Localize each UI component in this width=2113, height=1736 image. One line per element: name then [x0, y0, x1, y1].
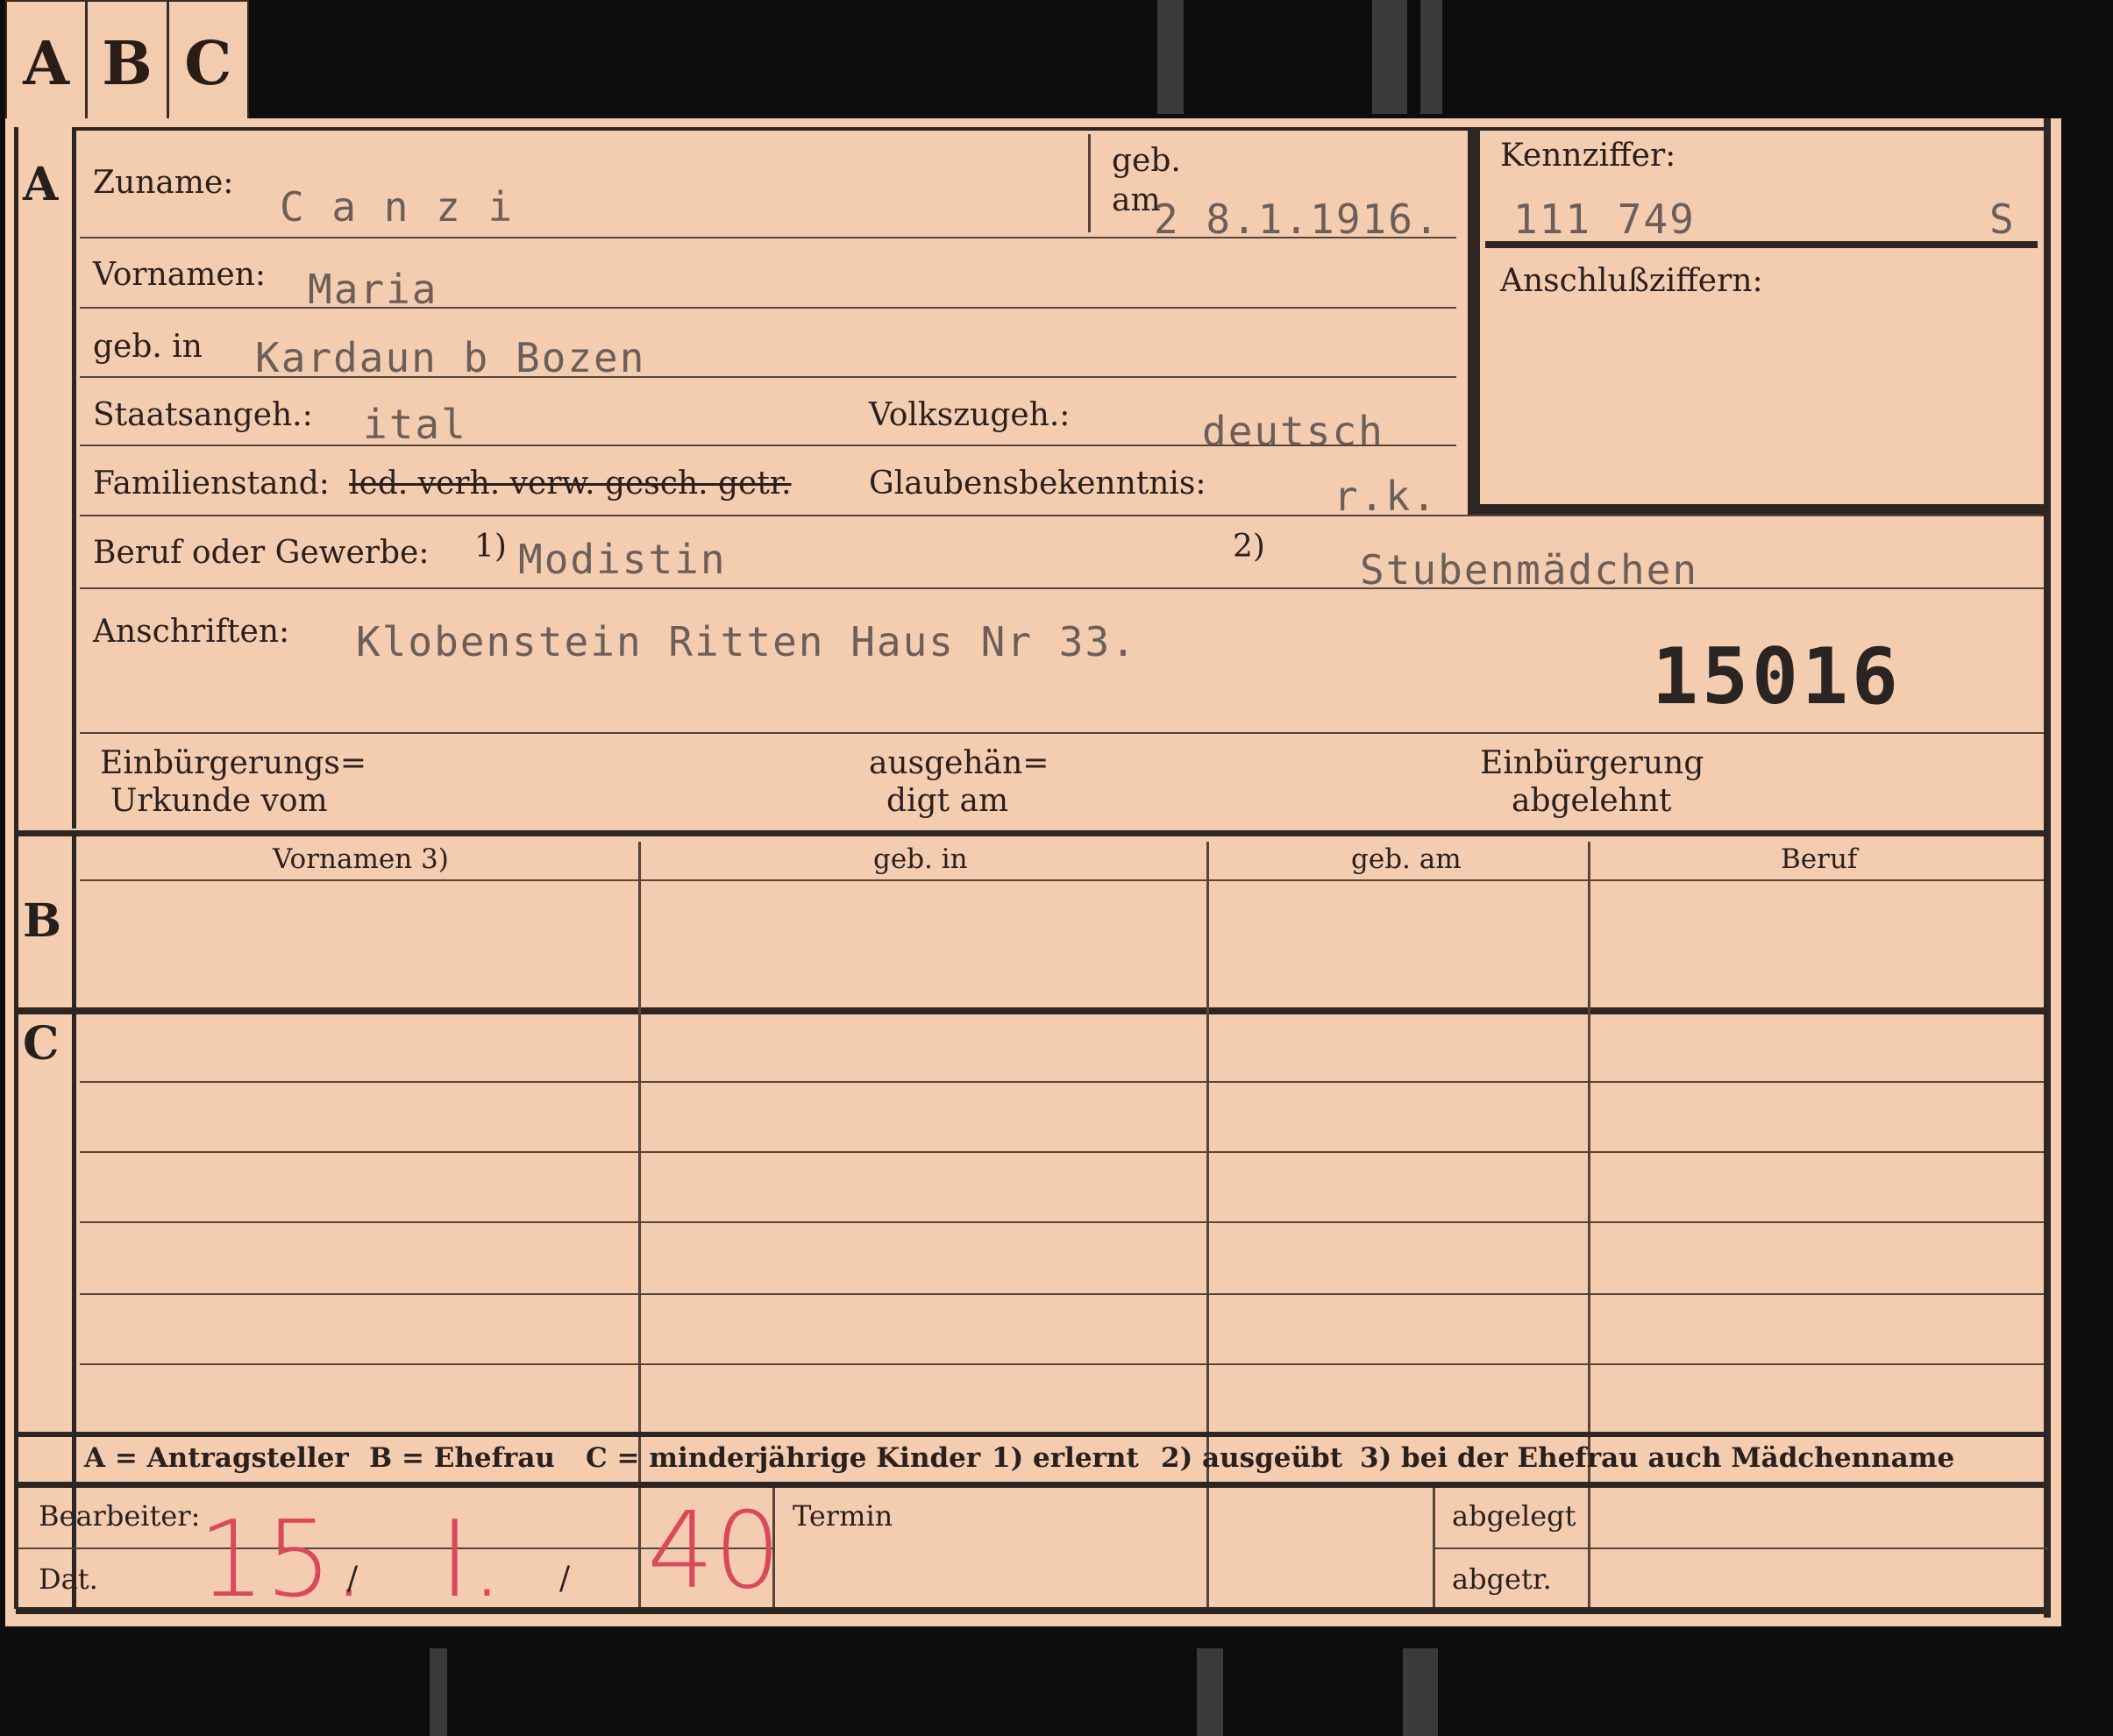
card-left-border — [14, 127, 18, 1609]
section-b-top-border — [16, 830, 2048, 836]
registration-card: A Kennziffer: 111 749 S Anschlußziffern:… — [5, 118, 2061, 1626]
section-a-divider — [72, 127, 76, 829]
dat-label: Dat. — [39, 1562, 98, 1596]
staatsangeh-label: Staatsangeh.: — [93, 397, 313, 433]
card-right-border — [2044, 118, 2051, 1618]
card-top-border — [72, 127, 2045, 131]
table-header-geb-in: geb. in — [873, 843, 968, 875]
zuname-label: Zuname: — [93, 165, 234, 201]
row-line — [80, 732, 2044, 734]
glaubensbekenntnis-value: r.k. — [1334, 473, 1438, 520]
section-b-divider — [72, 836, 76, 1607]
geb-in-value: Kardaun b Bozen — [255, 334, 646, 381]
abgelegt-label: abgelegt — [1452, 1499, 1576, 1533]
beruf-note-2: 2) — [1233, 529, 1265, 565]
glaubensbekenntnis-label: Glaubensbekenntnis: — [869, 466, 1206, 502]
background-bar — [1403, 1648, 1438, 1736]
kennziffer-value: 111 749 — [1513, 196, 1696, 243]
einbuergerung-label-1: Einbürgerung — [1480, 745, 1704, 781]
einbuergerung-label-2: abgelehnt — [1512, 783, 1672, 819]
einbuergerungs-label-2: Urkunde vom — [110, 783, 328, 819]
abgetr-label: abgetr. — [1452, 1562, 1552, 1596]
beruf-value-1: Modistin — [518, 536, 727, 583]
footer-col-divider — [1433, 1488, 1435, 1611]
geb-label: geb. — [1112, 143, 1181, 179]
ausgehaen-label-1: ausgehän= — [869, 745, 1049, 781]
table-col-divider — [1206, 842, 1209, 1613]
footer-row-line — [1434, 1547, 2048, 1549]
beruf-label: Beruf oder Gewerbe: — [93, 535, 430, 571]
date-separator: / — [347, 1561, 359, 1597]
geb-am-value: 2 8.1.1916. — [1154, 196, 1441, 243]
zuname-value: C a n z i — [280, 183, 515, 231]
row-line — [80, 376, 1456, 378]
familienstand-label: Familienstand: — [93, 466, 330, 502]
legend-note-3: 3) bei der Ehefrau auch Mädchenname — [1360, 1442, 1955, 1474]
anschlussziffern-label: Anschlußziffern: — [1500, 263, 1763, 299]
date-separator: / — [559, 1561, 571, 1597]
row-line — [80, 587, 2044, 589]
kennziffer-label: Kennziffer: — [1500, 138, 1676, 174]
anschriften-label: Anschriften: — [93, 614, 290, 650]
table-row-line — [80, 1081, 2044, 1083]
bearbeiter-label: Bearbeiter: — [39, 1499, 201, 1533]
index-tabs: A B C — [5, 0, 249, 127]
kennziffer-box-bottom — [1468, 504, 2045, 515]
volkszugeh-value: deutsch — [1202, 408, 1384, 455]
tab-a[interactable]: A — [7, 2, 89, 125]
staatsangeh-value: ital — [363, 401, 467, 448]
beruf-value-2: Stubenmädchen — [1360, 546, 1699, 594]
anschriften-value: Klobenstein Ritten Haus Nr 33. — [356, 618, 1137, 665]
table-row-line — [80, 1293, 2044, 1295]
table-row-line — [80, 1363, 2044, 1365]
table-row-line — [80, 1221, 2044, 1223]
legend-note-2: 2) ausgeübt — [1161, 1442, 1343, 1474]
background-bar — [1197, 1648, 1223, 1736]
table-col-divider — [638, 842, 641, 1613]
familienstand-options: led. verh. verw. gesch. getr. — [349, 466, 792, 502]
section-c-top-border — [16, 1007, 2048, 1014]
legend-b: B = Ehefrau — [369, 1442, 555, 1474]
stamp-number: 15016 — [1652, 631, 1902, 722]
section-c-marker: C — [23, 1017, 60, 1071]
volkszugeh-label: Volkszugeh.: — [869, 397, 1071, 433]
legend-a: A = Antragsteller — [84, 1442, 349, 1474]
table-header-beruf: Beruf — [1781, 843, 1858, 875]
row-line — [80, 445, 1456, 446]
row-line — [80, 515, 2044, 516]
background-bar — [1372, 0, 1407, 114]
section-a-marker: A — [23, 158, 59, 211]
legend-bottom-border — [16, 1482, 2048, 1488]
section-b-marker: B — [23, 894, 61, 948]
termin-label: Termin — [793, 1499, 893, 1533]
vornamen-value: Maria — [308, 266, 438, 313]
legend-note-1: 1) erlernt — [992, 1442, 1139, 1474]
beruf-note-1: 1) — [474, 529, 507, 565]
vornamen-label: Vornamen: — [93, 257, 266, 293]
geb-divider — [1088, 134, 1091, 232]
table-header-vornamen: Vornamen 3) — [273, 843, 449, 875]
background-bar — [430, 1648, 447, 1736]
handwritten-date-year: 40 — [647, 1491, 781, 1612]
table-row-line — [80, 1151, 2044, 1153]
tab-b[interactable]: B — [88, 2, 169, 125]
geb-in-label: geb. in — [93, 329, 203, 365]
table-header-line — [80, 879, 2044, 881]
kennziffer-box-left — [1468, 127, 1480, 513]
kennziffer-suffix: S — [1989, 196, 2016, 243]
background-bar — [1157, 0, 1184, 114]
legend-c: C = minderjährige Kinder — [586, 1442, 981, 1474]
ausgehaen-label-2: digt am — [886, 783, 1009, 819]
legend-top-border — [16, 1432, 2048, 1437]
handwritten-date-day: 15. — [198, 1499, 366, 1621]
background-bar — [1420, 0, 1442, 114]
handwritten-date-month: I. — [439, 1499, 504, 1621]
table-col-divider — [1588, 842, 1590, 1613]
row-line — [80, 307, 1456, 309]
einbuergerungs-label-1: Einbürgerungs= — [100, 745, 367, 781]
row-line — [80, 237, 1456, 238]
table-header-geb-am: geb. am — [1351, 843, 1462, 875]
tab-c[interactable]: C — [169, 2, 247, 125]
